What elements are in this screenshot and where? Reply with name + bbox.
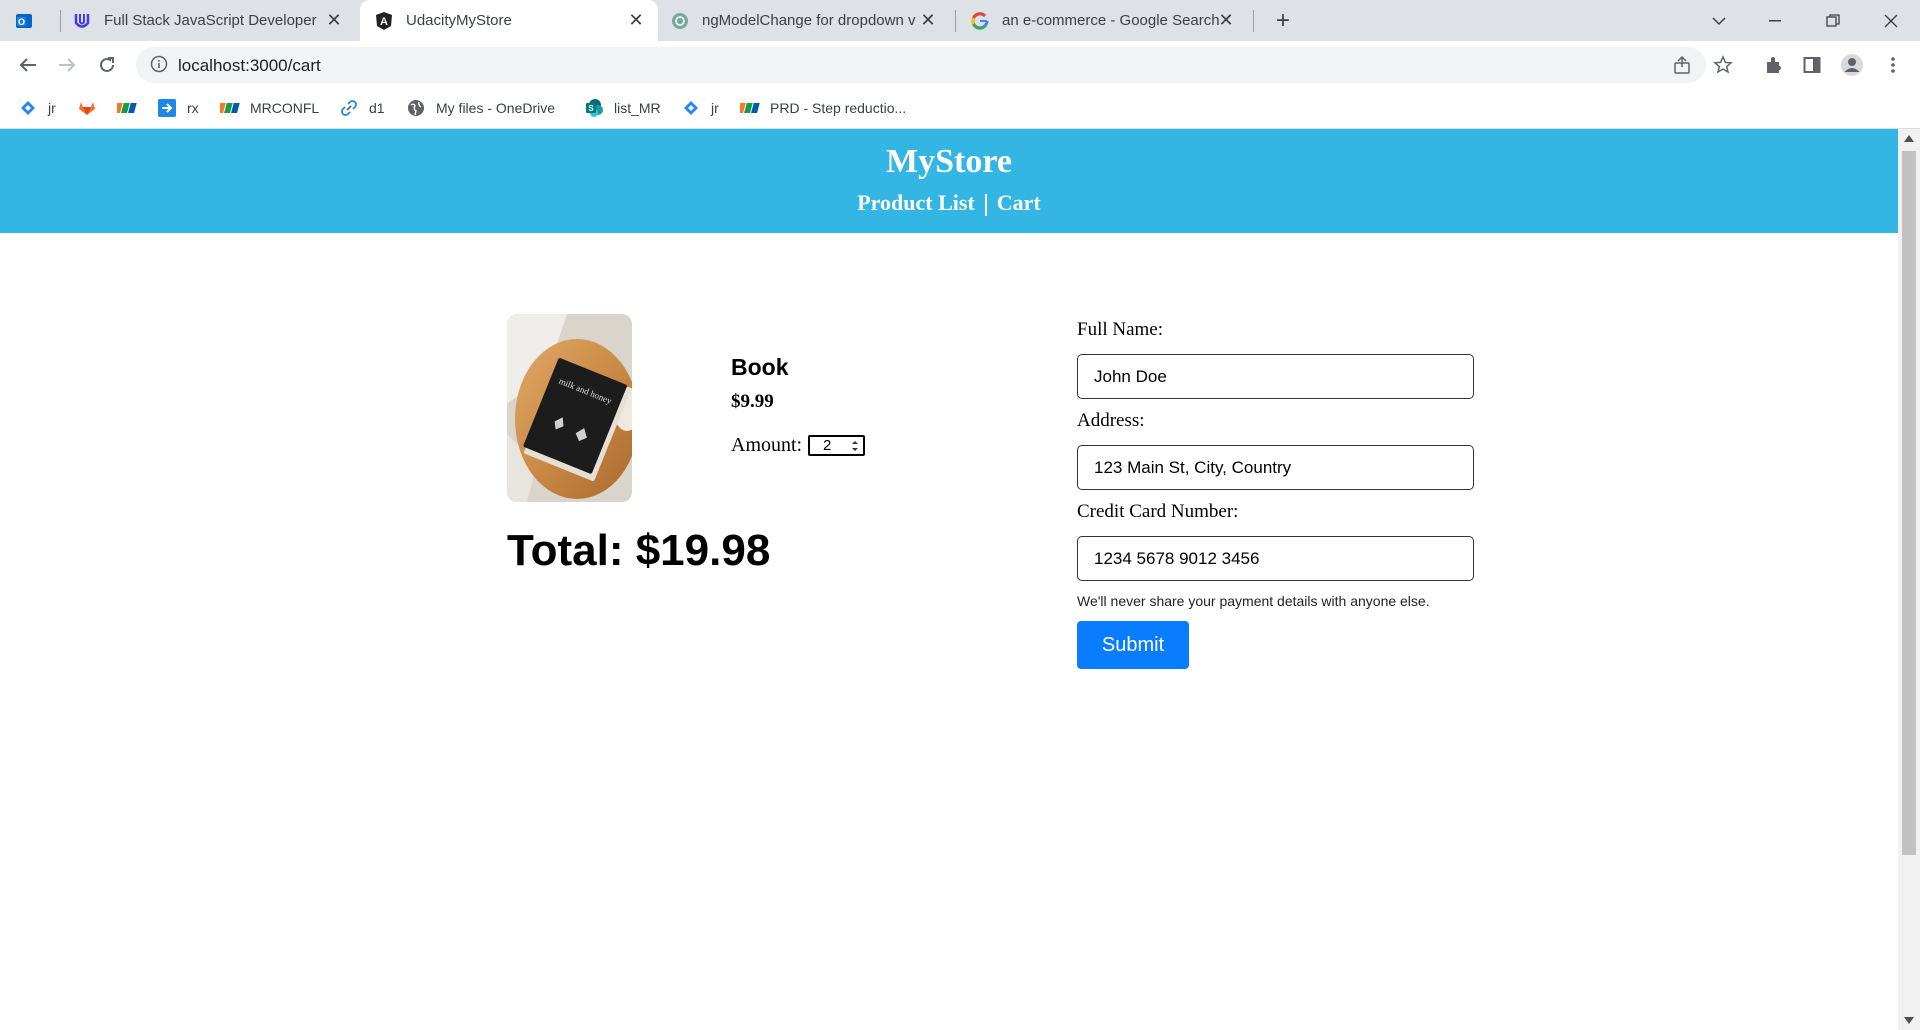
bookmarks-bar: jr rx MRCONFL d1 My files - OneDrive S l…: [0, 89, 1920, 129]
bookmark-label: list_MR: [614, 100, 661, 116]
spin-arrows-icon[interactable]: [850, 438, 860, 454]
bookmark-item[interactable]: [77, 97, 107, 119]
fpt-icon: [220, 99, 240, 117]
browser-toolbar: localhost:3000/cart: [0, 41, 1920, 89]
submit-button[interactable]: Submit: [1077, 621, 1189, 669]
full-name-label: Full Name:: [1077, 319, 1164, 340]
reload-button[interactable]: [91, 49, 123, 81]
bookmark-item[interactable]: jr: [18, 97, 56, 119]
chatgpt-icon: [670, 11, 690, 31]
tab-outlook[interactable]: O: [14, 0, 60, 41]
bookmark-label: d1: [369, 100, 385, 116]
tab-chatgpt[interactable]: ngModelChange for dropdown v ✕: [662, 0, 950, 41]
bookmark-item[interactable]: rx: [157, 97, 199, 119]
tab-title: an e-commerce - Google Search: [1002, 12, 1220, 29]
outlook-icon: O: [14, 11, 34, 31]
address-bar[interactable]: localhost:3000/cart: [136, 47, 1706, 83]
browser-tab-strip: O Full Stack JavaScript Developer ✕ A Ud…: [0, 0, 1920, 41]
tab-title: ngModelChange for dropdown v: [702, 12, 916, 29]
sharepoint-icon: S: [584, 99, 604, 117]
close-icon[interactable]: ✕: [626, 10, 646, 31]
bookmark-label: MRCONFL: [250, 100, 320, 116]
address-field[interactable]: 123 Main St, City, Country: [1077, 445, 1474, 490]
restore-button[interactable]: [1810, 0, 1856, 41]
store-header: MyStore Product List Cart: [0, 129, 1898, 233]
udacity-icon: [72, 11, 92, 31]
new-tab-button[interactable]: +: [1260, 0, 1306, 41]
product-price: $9.99: [731, 391, 774, 412]
angular-icon: A: [374, 11, 394, 31]
bookmark-item[interactable]: [117, 97, 147, 119]
cart-total: Total: $19.98: [507, 526, 771, 575]
bookmark-label: PRD - Step reductio...: [770, 100, 907, 116]
fpt-icon: [117, 99, 137, 117]
forward-button[interactable]: [51, 49, 83, 81]
profile-avatar-icon[interactable]: [1838, 51, 1866, 79]
amount-label: Amount:: [731, 434, 803, 456]
bookmark-label: jr: [48, 100, 56, 116]
store-brand: MyStore: [886, 143, 1012, 180]
jira-icon: [18, 99, 38, 117]
product-name: Book: [731, 354, 789, 380]
nav-cart-link[interactable]: Cart: [997, 190, 1041, 215]
share-icon[interactable]: [1668, 51, 1696, 79]
tab-google-search[interactable]: an e-commerce - Google Search ✕: [960, 0, 1248, 41]
scroll-down-icon[interactable]: [1904, 1017, 1914, 1024]
full-name-field[interactable]: John Doe: [1077, 354, 1474, 399]
close-icon[interactable]: ✕: [918, 10, 938, 31]
credit-card-label: Credit Card Number:: [1077, 501, 1239, 522]
svg-text:A: A: [380, 16, 388, 28]
scroll-up-icon[interactable]: [1904, 135, 1914, 142]
tab-title: UdacityMyStore: [406, 12, 512, 29]
credit-card-field[interactable]: 1234 5678 9012 3456: [1077, 536, 1474, 581]
bookmark-item[interactable]: PRD - Step reductio...: [740, 97, 906, 119]
bookmark-item[interactable]: MRCONFL: [220, 97, 319, 119]
amount-value: 2: [823, 437, 832, 454]
globe-icon: [406, 99, 426, 117]
close-icon[interactable]: ✕: [1216, 10, 1236, 31]
nav-product-list-link[interactable]: Product List: [857, 190, 975, 215]
bookmark-label: jr: [711, 100, 719, 116]
bookmark-label: rx: [187, 100, 199, 116]
page-content: MyStore Product List Cart milk and honey…: [0, 129, 1898, 1030]
tab-title: Full Stack JavaScript Developer: [104, 12, 317, 29]
bookmark-item[interactable]: S list_MR: [584, 97, 661, 119]
tab-search-chevron-icon[interactable]: [1696, 0, 1742, 41]
bookmark-item[interactable]: My files - OneDrive: [406, 97, 555, 119]
product-image: milk and honey: [507, 314, 632, 502]
arrow-icon: [157, 99, 177, 117]
tab-udacitymystore[interactable]: A UdacityMyStore ✕: [360, 0, 658, 41]
google-icon: [970, 11, 990, 31]
nav-divider: [984, 193, 987, 216]
page-scrollbar[interactable]: [1898, 129, 1920, 1030]
close-window-button[interactable]: [1868, 0, 1914, 41]
url-text: localhost:3000/cart: [178, 56, 321, 75]
minimize-button[interactable]: [1752, 0, 1798, 41]
bookmark-item[interactable]: jr: [681, 97, 719, 119]
bookmark-star-icon[interactable]: [1709, 51, 1737, 79]
side-panel-icon[interactable]: [1798, 51, 1826, 79]
bookmark-label: My files - OneDrive: [436, 100, 556, 116]
site-info-icon[interactable]: [150, 55, 168, 73]
gitlab-icon: [77, 99, 97, 117]
extensions-icon[interactable]: [1759, 51, 1787, 79]
fpt-icon: [740, 99, 760, 117]
svg-text:O: O: [18, 17, 25, 27]
privacy-hint: We'll never share your payment details w…: [1077, 593, 1430, 609]
bookmark-item[interactable]: d1: [339, 97, 385, 119]
tab-udacity[interactable]: Full Stack JavaScript Developer ✕: [68, 0, 356, 41]
close-icon[interactable]: ✕: [324, 10, 344, 31]
menu-kebab-icon[interactable]: [1879, 51, 1907, 79]
back-button[interactable]: [12, 49, 44, 81]
store-nav: Product List Cart: [0, 190, 1898, 216]
link-icon: [339, 99, 359, 117]
scrollbar-thumb[interactable]: [1902, 151, 1916, 855]
svg-text:S: S: [588, 104, 594, 113]
jira-icon: [681, 99, 701, 117]
amount-stepper[interactable]: 2: [808, 435, 865, 456]
address-label: Address:: [1077, 410, 1145, 431]
